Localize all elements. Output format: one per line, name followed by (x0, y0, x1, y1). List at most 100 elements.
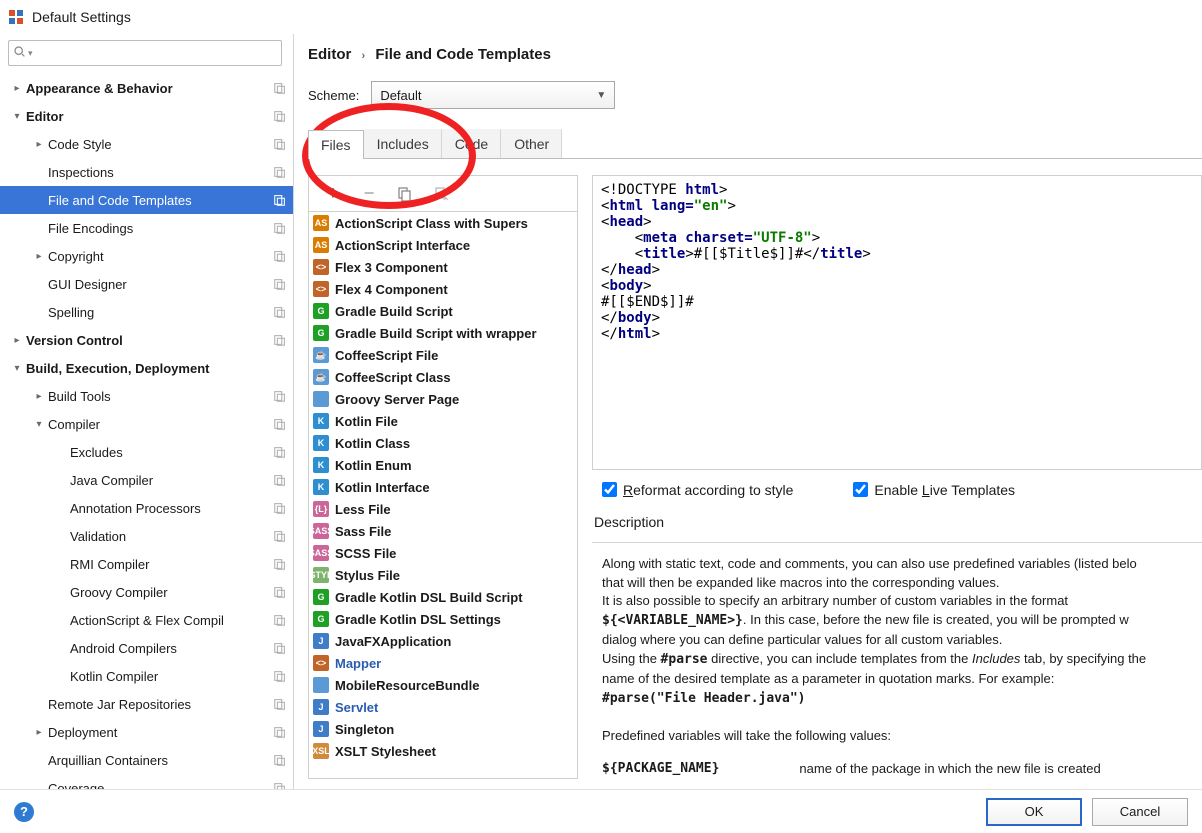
file-type-icon: ☕ (313, 369, 329, 385)
tab-files[interactable]: Files (308, 130, 364, 159)
sidebar-item-spelling[interactable]: Spelling (0, 298, 293, 326)
sidebar-item-editor[interactable]: Editor (0, 102, 293, 130)
module-icon (273, 193, 287, 207)
sidebar-item-label: Excludes (70, 445, 273, 460)
template-coffeescript-class[interactable]: ☕CoffeeScript Class (309, 366, 577, 388)
help-icon[interactable]: ? (14, 802, 34, 822)
sidebar-item-actionscript-flex-compil[interactable]: ActionScript & Flex Compil (0, 606, 293, 634)
sidebar-item-label: Version Control (26, 333, 273, 348)
sidebar-item-compiler[interactable]: Compiler (0, 410, 293, 438)
template-singleton[interactable]: JSingleton (309, 718, 577, 740)
template-gradle-build-script[interactable]: GGradle Build Script (309, 300, 577, 322)
sidebar-item-label: Android Compilers (70, 641, 273, 656)
sidebar-item-appearance-behavior[interactable]: Appearance & Behavior (0, 74, 293, 102)
sidebar-item-label: Copyright (48, 249, 273, 264)
tabs: FilesIncludesCodeOther (308, 129, 1202, 159)
sidebar-item-inspections[interactable]: Inspections (0, 158, 293, 186)
template-flex-4-component[interactable]: <>Flex 4 Component (309, 278, 577, 300)
module-icon (273, 753, 287, 767)
add-button[interactable]: + (323, 184, 343, 204)
sidebar-item-arquillian-containers[interactable]: Arquillian Containers (0, 746, 293, 774)
sidebar-item-label: Appearance & Behavior (26, 81, 273, 96)
template-kotlin-file[interactable]: KKotlin File (309, 410, 577, 432)
sidebar-item-build-execution-deployment[interactable]: Build, Execution, Deployment (0, 354, 293, 382)
template-list[interactable]: ASActionScript Class with SupersASAction… (309, 212, 577, 778)
template-actionscript-interface[interactable]: ASActionScript Interface (309, 234, 577, 256)
sidebar-item-deployment[interactable]: Deployment (0, 718, 293, 746)
chevron-right-icon (32, 251, 46, 262)
chevron-right-icon (32, 727, 46, 738)
sidebar-item-annotation-processors[interactable]: Annotation Processors (0, 494, 293, 522)
sidebar-item-gui-designer[interactable]: GUI Designer (0, 270, 293, 298)
live-templates-checkbox[interactable]: Enable Live Templates (853, 482, 1015, 498)
template-label: Kotlin Interface (335, 480, 430, 495)
ok-button[interactable]: OK (986, 798, 1082, 826)
template-kotlin-class[interactable]: KKotlin Class (309, 432, 577, 454)
scheme-row: Scheme: Default ▼ (308, 81, 1202, 109)
template-gradle-kotlin-dsl-build-script[interactable]: GGradle Kotlin DSL Build Script (309, 586, 577, 608)
sidebar-item-remote-jar-repositories[interactable]: Remote Jar Repositories (0, 690, 293, 718)
scheme-select[interactable]: Default ▼ (371, 81, 615, 109)
sidebar-item-code-style[interactable]: Code Style (0, 130, 293, 158)
template-coffeescript-file[interactable]: ☕CoffeeScript File (309, 344, 577, 366)
description-label: Description (594, 514, 1202, 530)
template-actionscript-class-with-supers[interactable]: ASActionScript Class with Supers (309, 212, 577, 234)
file-type-icon: <> (313, 259, 329, 275)
template-scss-file[interactable]: SASSSCSS File (309, 542, 577, 564)
sidebar-item-kotlin-compiler[interactable]: Kotlin Compiler (0, 662, 293, 690)
template-mobileresourcebundle[interactable]: MobileResourceBundle (309, 674, 577, 696)
template-servlet[interactable]: JServlet (309, 696, 577, 718)
sidebar-item-android-compilers[interactable]: Android Compilers (0, 634, 293, 662)
sidebar-item-groovy-compiler[interactable]: Groovy Compiler (0, 578, 293, 606)
module-icon (273, 305, 287, 319)
sidebar-item-rmi-compiler[interactable]: RMI Compiler (0, 550, 293, 578)
sidebar-item-java-compiler[interactable]: Java Compiler (0, 466, 293, 494)
sidebar-item-coverage[interactable]: Coverage (0, 774, 293, 789)
template-label: ActionScript Interface (335, 238, 470, 253)
template-label: ActionScript Class with Supers (335, 216, 528, 231)
template-gradle-kotlin-dsl-settings[interactable]: GGradle Kotlin DSL Settings (309, 608, 577, 630)
module-icon (273, 137, 287, 151)
sidebar-item-file-encodings[interactable]: File Encodings (0, 214, 293, 242)
sidebar-item-excludes[interactable]: Excludes (0, 438, 293, 466)
search-input[interactable]: ▾ (8, 40, 282, 66)
template-label: Servlet (335, 700, 378, 715)
more-button[interactable] (431, 184, 451, 204)
sidebar-item-validation[interactable]: Validation (0, 522, 293, 550)
template-mapper[interactable]: <>Mapper (309, 652, 577, 674)
sidebar-item-file-and-code-templates[interactable]: File and Code Templates (0, 186, 293, 214)
app-icon (8, 9, 24, 25)
chevron-down-icon[interactable]: ▾ (28, 48, 33, 59)
template-gradle-build-script-with-wrapper[interactable]: GGradle Build Script with wrapper (309, 322, 577, 344)
reformat-checkbox[interactable]: RReformat according to styleeformat acco… (602, 482, 793, 498)
template-groovy-server-page[interactable]: Groovy Server Page (309, 388, 577, 410)
template-xslt-stylesheet[interactable]: XSLXSLT Stylesheet (309, 740, 577, 762)
sidebar-item-copyright[interactable]: Copyright (0, 242, 293, 270)
template-label: Less File (335, 502, 391, 517)
template-kotlin-enum[interactable]: KKotlin Enum (309, 454, 577, 476)
tab-code[interactable]: Code (442, 129, 501, 158)
sidebar-item-label: Coverage (48, 781, 273, 790)
cancel-button[interactable]: Cancel (1092, 798, 1188, 826)
template-sass-file[interactable]: SASSSass File (309, 520, 577, 542)
file-type-icon: {L} (313, 501, 329, 517)
chevron-down-icon (32, 419, 46, 430)
copy-button[interactable] (395, 184, 415, 204)
remove-button[interactable]: − (359, 184, 379, 204)
breadcrumb-editor[interactable]: Editor (308, 46, 351, 63)
template-kotlin-interface[interactable]: KKotlin Interface (309, 476, 577, 498)
tab-other[interactable]: Other (501, 129, 562, 158)
template-label: SCSS File (335, 546, 396, 561)
template-flex-3-component[interactable]: <>Flex 3 Component (309, 256, 577, 278)
template-editor-panel: <!DOCTYPE html> <html lang="en"> <head> … (592, 175, 1202, 779)
template-less-file[interactable]: {L} Less File (309, 498, 577, 520)
tab-includes[interactable]: Includes (364, 129, 442, 158)
template-stylus-file[interactable]: STYLStylus File (309, 564, 577, 586)
template-javafxapplication[interactable]: JJavaFXApplication (309, 630, 577, 652)
footer: ? OK Cancel (0, 789, 1202, 833)
code-editor[interactable]: <!DOCTYPE html> <html lang="en"> <head> … (592, 175, 1202, 470)
file-type-icon: ☕ (313, 347, 329, 363)
sidebar-item-build-tools[interactable]: Build Tools (0, 382, 293, 410)
sidebar-item-version-control[interactable]: Version Control (0, 326, 293, 354)
template-label: Gradle Build Script with wrapper (335, 326, 537, 341)
